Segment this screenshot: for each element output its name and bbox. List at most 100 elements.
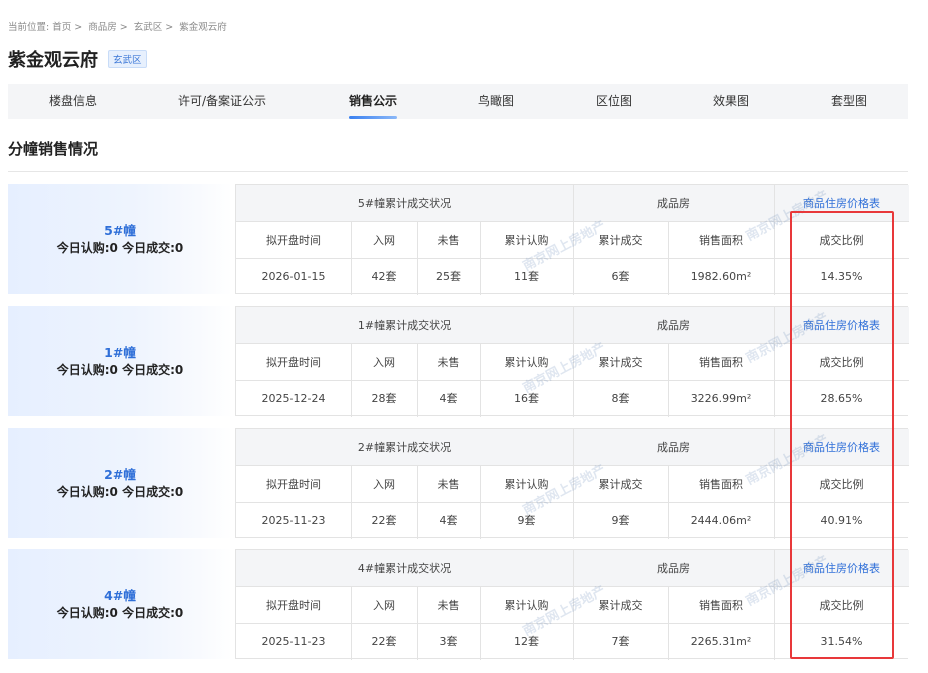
grid-line	[668, 343, 669, 417]
price-table-header: 商品住房价格表	[774, 550, 909, 586]
column-header-unsold: 未售	[437, 477, 460, 491]
page-title: 紫金观云府	[8, 50, 98, 71]
column-header-deal-ratio: 成交比例	[819, 355, 864, 369]
price-table-header: 商品住房价格表	[774, 429, 909, 465]
cell-unsold: 25套	[436, 270, 461, 283]
building-name[interactable]: 2#幢	[8, 464, 232, 483]
column-header-sales-area: 销售面积	[699, 477, 743, 491]
grid-line	[351, 343, 352, 417]
building-block: 4#幢 今日认购:0 今日成交:0 4#幢累计成交状况 成品房 商品住房价格表 拟开盘时间…	[8, 549, 909, 660]
column-header-launch-date: 拟开盘时间	[266, 355, 321, 369]
grid-line	[351, 586, 352, 660]
building-today-stats: 今日认购:0 今日成交:0	[56, 485, 184, 499]
section-divider	[8, 171, 908, 172]
grid-line	[480, 586, 481, 660]
column-header-sold: 累计成交	[598, 355, 643, 369]
building-name[interactable]: 1#幢	[8, 342, 232, 361]
building-summary: 1#幢今日认购:0 今日成交:0	[8, 306, 232, 416]
building-sales-table: 1#幢累计成交状况 成品房 商品住房价格表 拟开盘时间 2025-12-24 入网 28套 未…	[235, 306, 909, 417]
finished-housing-header: 成品房	[573, 307, 774, 343]
building-block: 5#幢 今日认购:0 今日成交:0 5#幢累计成交状况 成品房 商品住房价格表 拟开盘时间…	[8, 184, 909, 295]
cumulative-status-header: 1#幢累计成交状况	[236, 307, 573, 343]
building-name[interactable]: 4#幢	[8, 585, 232, 604]
price-table-header: 商品住房价格表	[774, 307, 909, 343]
cell-unsold: 4套	[439, 514, 458, 527]
building-sales-table: 4#幢累计成交状况 成品房 商品住房价格表 拟开盘时间 2025-11-23 入网 22套 未…	[235, 549, 909, 660]
building-summary: 4#幢今日认购:0 今日成交:0	[8, 549, 232, 659]
breadcrumb-label: 当前位置:	[8, 22, 50, 33]
column-header-subscribed: 累计认购	[504, 598, 549, 612]
building-summary: 5#幢今日认购:0 今日成交:0	[8, 184, 232, 294]
price-table-link[interactable]: 商品住房价格表	[803, 560, 880, 576]
tab-aerial-view[interactable]: 鸟瞰图	[478, 84, 514, 119]
cell-subscribed: 11套	[514, 270, 539, 283]
grid-line	[480, 221, 481, 295]
cell-deal-ratio: 28.65%	[820, 391, 863, 405]
cell-deal-ratio: 40.91%	[820, 513, 863, 527]
grid-line	[774, 307, 775, 417]
column-header-launch-date: 拟开盘时间	[266, 477, 321, 491]
column-header-sold: 累计成交	[598, 233, 643, 247]
column-header-deal-ratio: 成交比例	[819, 477, 864, 491]
grid-line	[573, 307, 574, 417]
building-name[interactable]: 5#幢	[8, 220, 232, 239]
grid-line	[480, 343, 481, 417]
district-badge: 玄武区	[108, 50, 147, 68]
cell-sales-area: 1982.60m²	[690, 269, 752, 283]
breadcrumb-current: 紫金观云府	[179, 22, 227, 33]
building-today-stats: 今日认购:0 今日成交:0	[56, 606, 184, 620]
grid-line	[668, 465, 669, 539]
breadcrumb-home-link[interactable]: 首页	[52, 22, 71, 33]
section-title: 分幢销售情况	[8, 140, 99, 158]
grid-line	[417, 221, 418, 295]
column-header-unsold: 未售	[437, 598, 460, 612]
cumulative-status-header: 5#幢累计成交状况	[236, 185, 573, 221]
column-header-sales-area: 销售面积	[699, 355, 743, 369]
finished-housing-header: 成品房	[573, 550, 774, 586]
column-header-listed: 入网	[373, 477, 395, 491]
column-header-sales-area: 销售面积	[699, 233, 743, 247]
cell-listed: 22套	[371, 635, 397, 648]
cell-listed: 22套	[371, 514, 397, 527]
grid-line	[774, 185, 775, 295]
building-sales-table: 5#幢累计成交状况 成品房 商品住房价格表 拟开盘时间 2026-01-15 入网 42套 未…	[235, 184, 909, 295]
breadcrumb: 当前位置: 首页 > 商品房 > 玄武区 > 紫金观云府	[8, 22, 227, 33]
grid-line	[668, 221, 669, 295]
cell-subscribed: 12套	[514, 635, 539, 648]
grid-line	[351, 465, 352, 539]
tab-sales-notice[interactable]: 销售公示	[348, 84, 398, 119]
cell-sold: 9套	[611, 514, 630, 527]
price-table-header: 商品住房价格表	[774, 185, 909, 221]
breadcrumb-commercial-link[interactable]: 商品房	[88, 22, 117, 33]
grid-line	[573, 185, 574, 295]
cell-listed: 28套	[371, 392, 397, 405]
building-sales-table: 2#幢累计成交状况 成品房 商品住房价格表 拟开盘时间 2025-11-23 入网 22套 未…	[235, 428, 909, 539]
price-table-link[interactable]: 商品住房价格表	[803, 439, 880, 455]
breadcrumb-district-link[interactable]: 玄武区	[134, 22, 163, 33]
column-header-deal-ratio: 成交比例	[819, 598, 864, 612]
price-table-link[interactable]: 商品住房价格表	[803, 317, 880, 333]
tab-rendering[interactable]: 效果图	[713, 84, 749, 119]
tab-permit-notice[interactable]: 许可/备案证公示	[178, 84, 266, 119]
grid-line	[774, 429, 775, 539]
grid-line	[351, 221, 352, 295]
building-today-stats: 今日认购:0 今日成交:0	[56, 363, 184, 377]
tab-location-map[interactable]: 区位图	[596, 84, 632, 119]
building-summary: 2#幢今日认购:0 今日成交:0	[8, 428, 232, 538]
tab-project-info[interactable]: 楼盘信息	[49, 84, 97, 119]
building-today-stats: 今日认购:0 今日成交:0	[56, 241, 184, 255]
cell-listed: 42套	[371, 270, 397, 283]
grid-line	[417, 586, 418, 660]
grid-line	[774, 550, 775, 660]
cell-sold: 7套	[611, 635, 630, 648]
finished-housing-header: 成品房	[573, 185, 774, 221]
cell-sales-area: 2444.06m²	[690, 513, 752, 527]
column-header-listed: 入网	[373, 598, 395, 612]
tab-floor-plan[interactable]: 套型图	[831, 84, 867, 119]
cell-deal-ratio: 31.54%	[820, 634, 863, 648]
cumulative-status-header: 2#幢累计成交状况	[236, 429, 573, 465]
price-table-link[interactable]: 商品住房价格表	[803, 195, 880, 211]
column-header-subscribed: 累计认购	[504, 233, 549, 247]
column-header-launch-date: 拟开盘时间	[266, 598, 321, 612]
column-header-subscribed: 累计认购	[504, 355, 549, 369]
